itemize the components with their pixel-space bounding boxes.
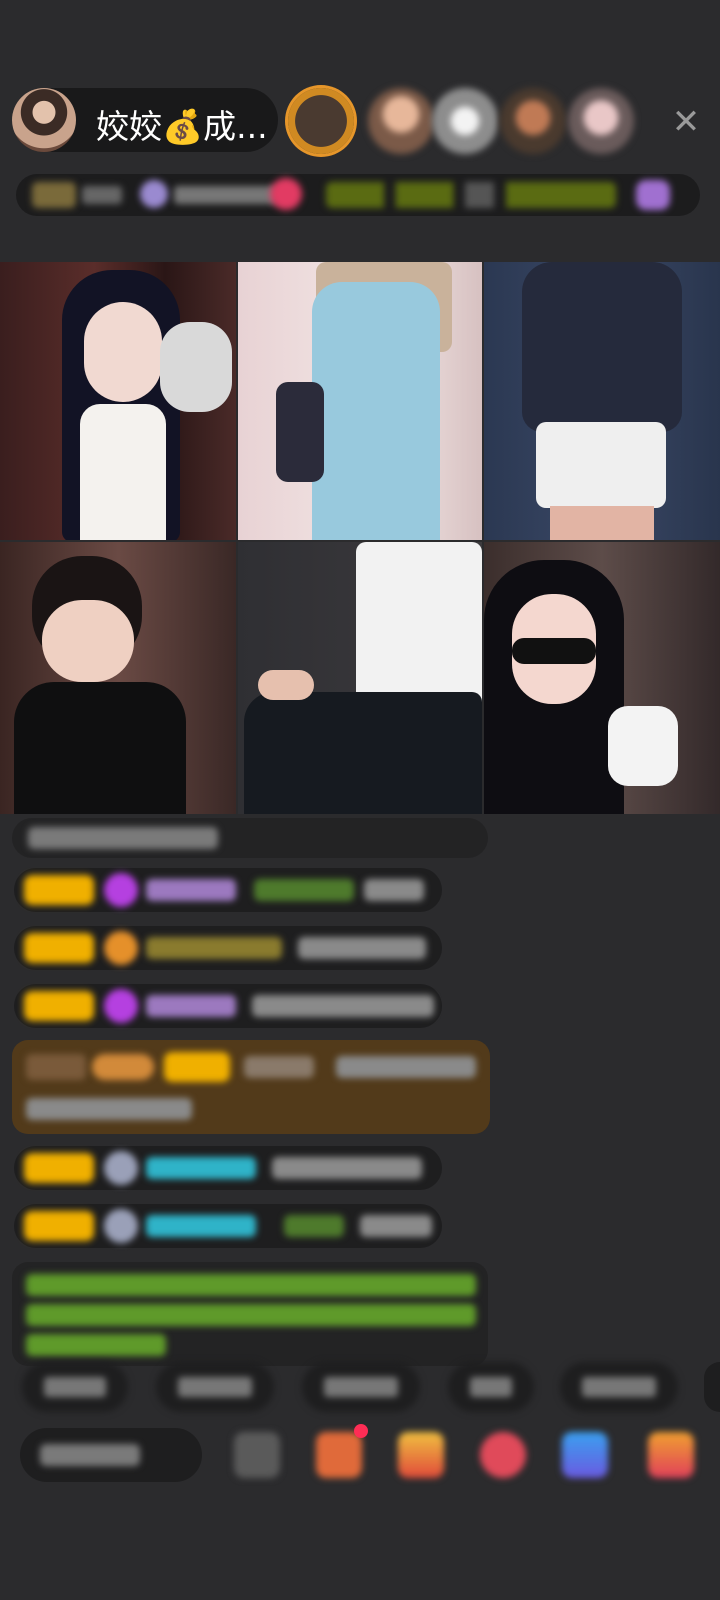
viewer-avatar[interactable] <box>568 88 634 154</box>
rank-tag[interactable] <box>32 182 76 208</box>
fan-text <box>174 186 278 204</box>
gift-box-icon[interactable] <box>398 1432 444 1478</box>
video-tile[interactable] <box>238 542 482 814</box>
chat-message[interactable] <box>14 926 442 970</box>
close-icon[interactable]: ✕ <box>668 104 704 140</box>
viewer-avatar[interactable] <box>500 88 566 154</box>
emoji-icon[interactable] <box>234 1432 280 1478</box>
fan-icon[interactable] <box>140 180 168 208</box>
video-tile[interactable] <box>0 542 236 814</box>
task-tags[interactable] <box>326 182 616 208</box>
more-icon[interactable] <box>636 180 670 210</box>
room-info-bar[interactable] <box>16 174 700 216</box>
chat-message[interactable] <box>14 868 442 912</box>
quick-reply-chip[interactable] <box>560 1362 678 1412</box>
host-avatar[interactable] <box>12 88 76 152</box>
quick-reply-chip[interactable] <box>156 1362 274 1412</box>
info-text <box>82 186 122 204</box>
video-tile[interactable] <box>0 262 236 540</box>
chat-message[interactable] <box>14 984 442 1028</box>
chat-message[interactable] <box>14 1204 442 1248</box>
heart-badge-icon[interactable] <box>270 178 302 210</box>
viewer-avatar[interactable] <box>288 88 354 154</box>
host-name: 姣姣💰成... <box>96 107 268 146</box>
video-tile[interactable] <box>484 262 720 540</box>
viewer-avatar[interactable] <box>432 88 498 154</box>
notification-dot <box>354 1424 368 1438</box>
host-info-pill[interactable]: 姣姣💰成... <box>12 88 278 152</box>
gift-icon[interactable] <box>648 1432 694 1478</box>
chat-message[interactable] <box>12 818 488 858</box>
cloud-icon[interactable] <box>562 1432 608 1478</box>
game-icon[interactable] <box>480 1432 526 1478</box>
quick-reply-chip[interactable] <box>448 1362 534 1412</box>
chat-message[interactable] <box>14 1146 442 1190</box>
quick-reply-chip[interactable] <box>22 1362 128 1412</box>
quick-reply-chip[interactable] <box>704 1362 720 1412</box>
quick-reply-chip[interactable] <box>302 1362 420 1412</box>
comment-input[interactable] <box>20 1428 202 1482</box>
system-notice <box>12 1262 488 1366</box>
viewer-avatar[interactable] <box>368 88 434 154</box>
gift-message[interactable] <box>12 1040 490 1134</box>
video-tile[interactable] <box>484 542 720 814</box>
shop-icon[interactable] <box>316 1432 362 1478</box>
video-tile[interactable] <box>238 262 482 540</box>
